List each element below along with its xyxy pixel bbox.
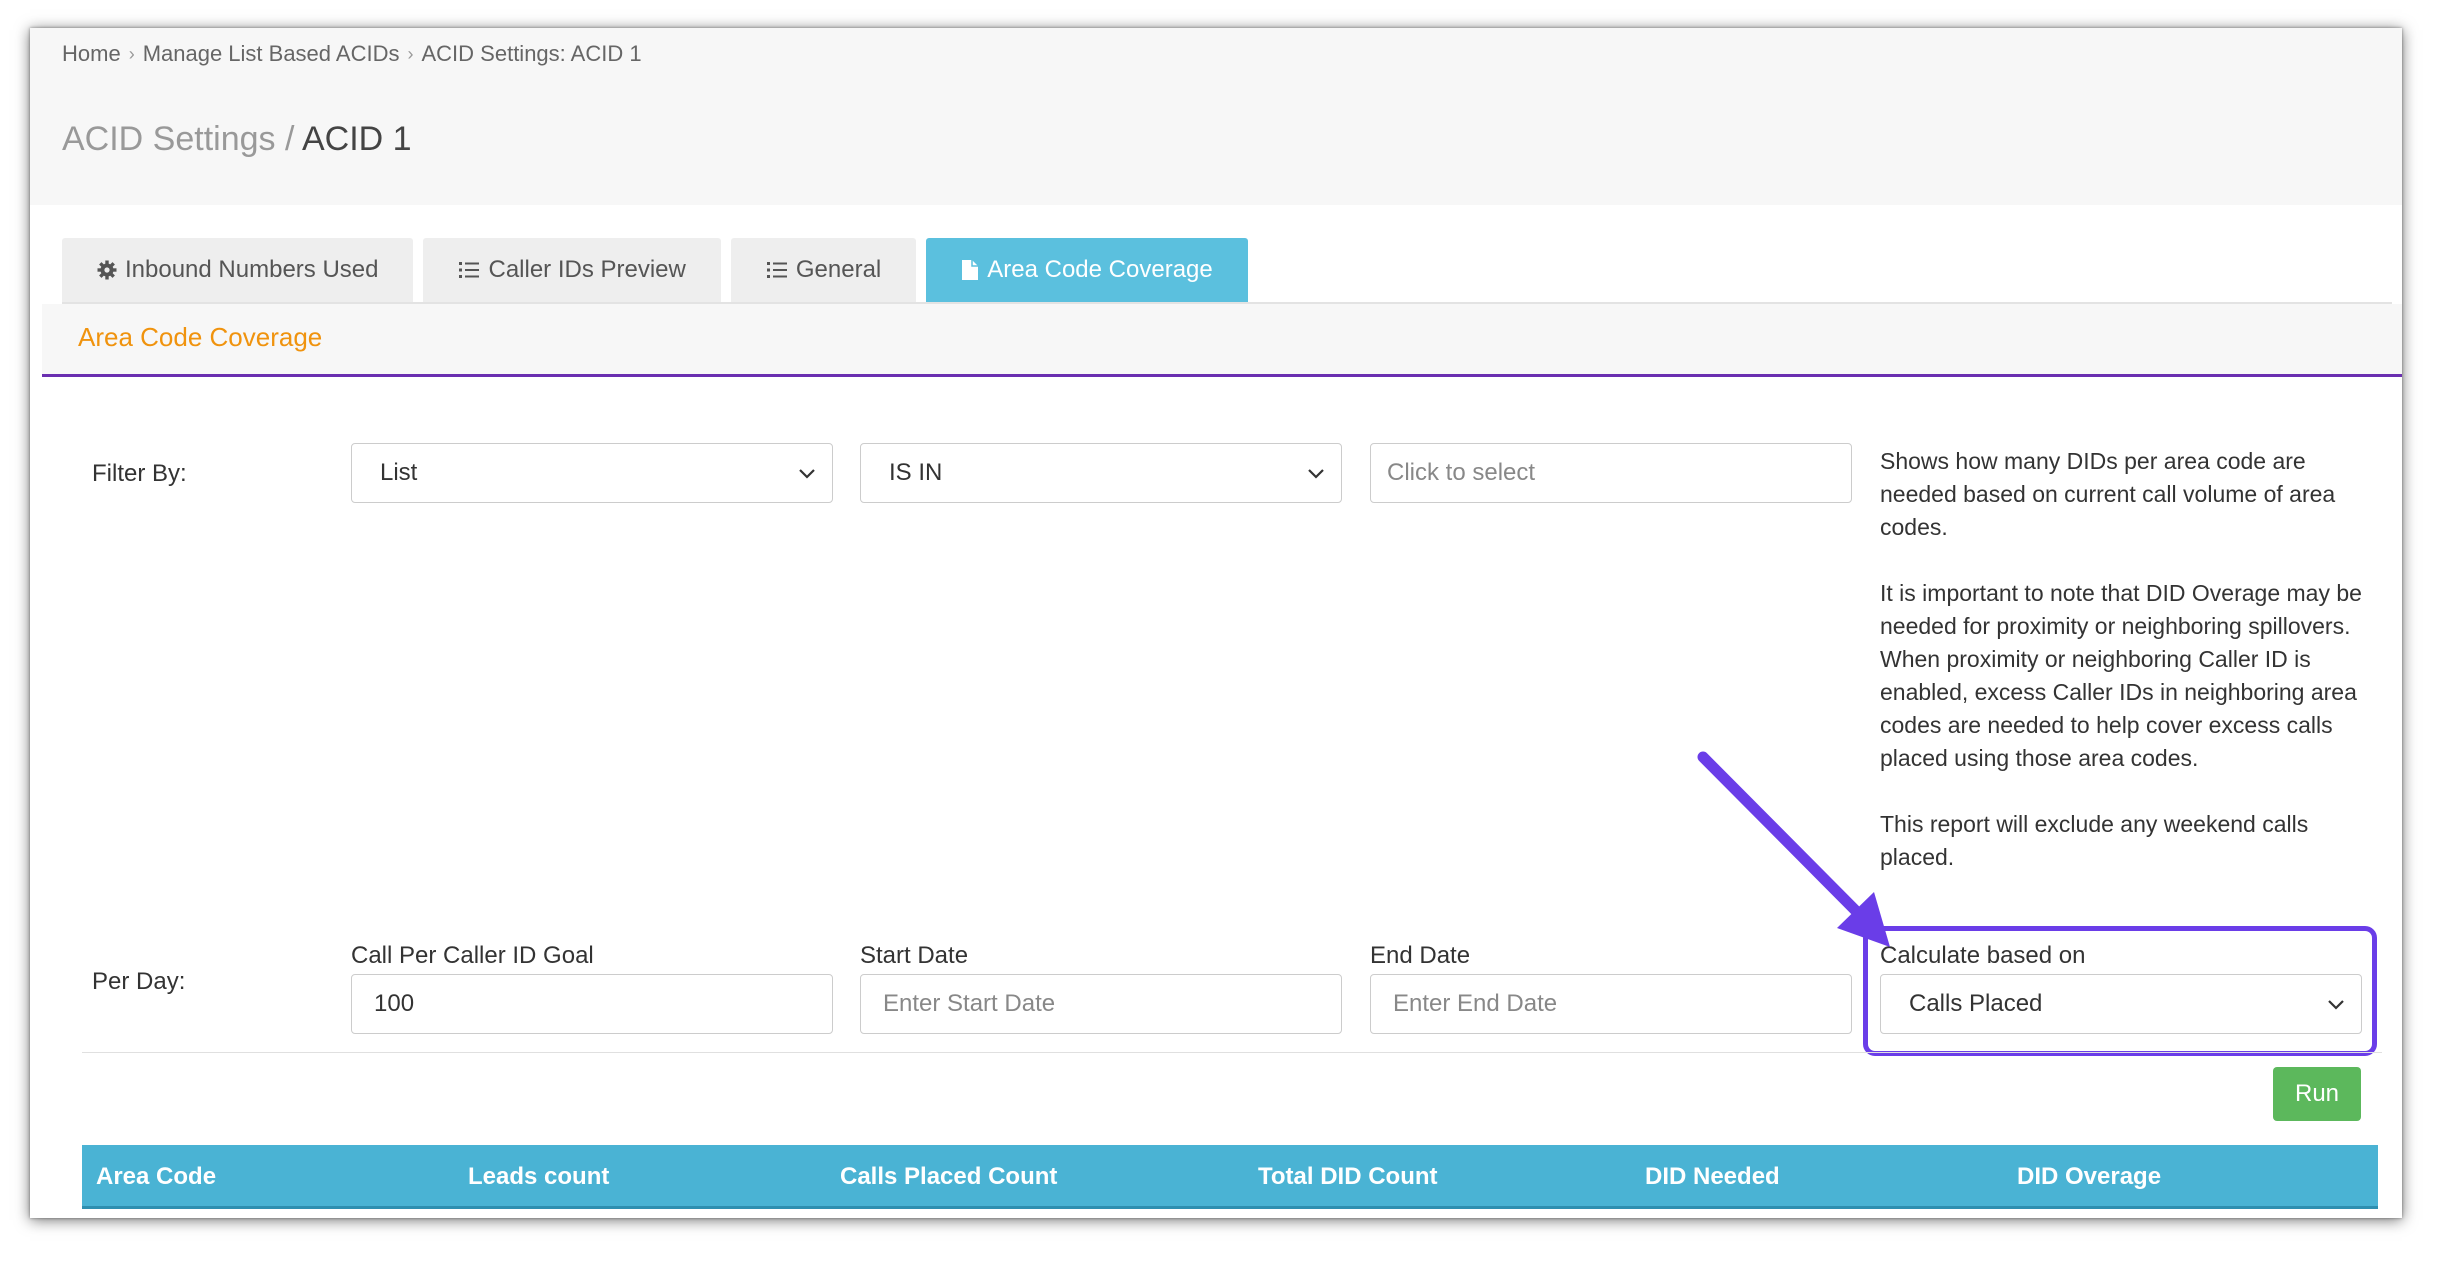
column-header-total-did-count[interactable]: Total DID Count bbox=[1258, 1163, 1438, 1191]
help-paragraph: This report will exclude any weekend cal… bbox=[1880, 811, 2309, 870]
run-button[interactable]: Run bbox=[2273, 1067, 2361, 1121]
annotation-highlight-box bbox=[1863, 926, 2377, 1056]
gear-icon bbox=[97, 260, 117, 280]
chevron-right-icon: › bbox=[407, 43, 414, 64]
goal-value: 100 bbox=[374, 990, 415, 1017]
page-title: ACID Settings / ACID 1 bbox=[62, 120, 412, 159]
filter-field-select[interactable]: List bbox=[351, 443, 833, 503]
breadcrumb: Home › Manage List Based ACIDs › ACID Se… bbox=[62, 38, 642, 70]
tab-area-code-coverage-label: Area Code Coverage bbox=[987, 256, 1213, 283]
tab-area-code-coverage[interactable]: Area Code Coverage bbox=[926, 238, 1248, 302]
help-paragraph: Shows how many DIDs per area code are ne… bbox=[1880, 448, 2336, 540]
end-date-input[interactable]: Enter End Date bbox=[1370, 974, 1852, 1034]
app-window: Home › Manage List Based ACIDs › ACID Se… bbox=[30, 28, 2402, 1218]
goal-label: Call Per Caller ID Goal bbox=[351, 942, 594, 969]
tab-inbound-numbers-used[interactable]: Inbound Numbers Used bbox=[62, 238, 414, 302]
chevron-right-icon: › bbox=[128, 43, 135, 64]
column-header-did-overage[interactable]: DID Overage bbox=[2017, 1163, 2161, 1191]
breadcrumb-current: ACID Settings: ACID 1 bbox=[421, 41, 642, 66]
list-icon bbox=[458, 260, 480, 280]
start-date-placeholder: Enter Start Date bbox=[883, 990, 1056, 1017]
tab-inbound-numbers-used-label: Inbound Numbers Used bbox=[125, 256, 379, 283]
column-header-leads-count[interactable]: Leads count bbox=[468, 1163, 609, 1191]
start-date-input[interactable]: Enter Start Date bbox=[860, 974, 1342, 1034]
end-date-placeholder: Enter End Date bbox=[1393, 990, 1558, 1017]
tab-caller-ids-preview[interactable]: Caller IDs Preview bbox=[423, 238, 721, 302]
filter-operator-value: IS IN bbox=[889, 459, 943, 486]
filter-field-value: List bbox=[380, 459, 418, 486]
form-divider bbox=[82, 1052, 2382, 1053]
breadcrumb-home-link[interactable]: Home bbox=[62, 41, 121, 67]
tab-general[interactable]: General bbox=[730, 238, 917, 302]
results-table-header: Area Code Leads count Calls Placed Count… bbox=[82, 1145, 2378, 1209]
goal-input[interactable]: 100 bbox=[351, 974, 833, 1034]
section-title: Area Code Coverage bbox=[78, 322, 323, 352]
list-icon bbox=[766, 260, 788, 280]
section-header: Area Code Coverage bbox=[42, 304, 2402, 377]
filter-operator-select[interactable]: IS IN bbox=[860, 443, 1342, 503]
column-header-area-code[interactable]: Area Code bbox=[96, 1163, 216, 1191]
file-icon bbox=[961, 259, 979, 281]
tab-bar: Inbound Numbers Used Caller IDs Preview bbox=[62, 238, 1258, 302]
start-date-label: Start Date bbox=[860, 942, 969, 969]
filter-value-picker[interactable]: Click to select bbox=[1370, 443, 1852, 503]
page-title-current: ACID 1 bbox=[302, 120, 412, 158]
column-header-calls-placed-count[interactable]: Calls Placed Count bbox=[840, 1163, 1057, 1191]
help-paragraph: It is important to note that DID Overage… bbox=[1880, 580, 2362, 771]
page-title-prefix: ACID Settings / bbox=[62, 120, 295, 158]
filter-value-placeholder: Click to select bbox=[1387, 459, 1536, 486]
chevron-down-icon bbox=[799, 469, 815, 479]
end-date-label: End Date bbox=[1370, 942, 1471, 969]
tab-general-label: General bbox=[795, 256, 882, 283]
tab-caller-ids-preview-label: Caller IDs Preview bbox=[488, 256, 686, 283]
help-text: Shows how many DIDs per area code are ne… bbox=[1880, 445, 2370, 907]
column-header-did-needed[interactable]: DID Needed bbox=[1645, 1163, 1780, 1191]
filter-by-label: Filter By: bbox=[92, 460, 187, 487]
breadcrumb-manage-acids-link[interactable]: Manage List Based ACIDs bbox=[143, 41, 400, 67]
page-header: Home › Manage List Based ACIDs › ACID Se… bbox=[30, 28, 2402, 205]
per-day-label: Per Day: bbox=[92, 968, 186, 995]
chevron-down-icon bbox=[1308, 469, 1324, 479]
